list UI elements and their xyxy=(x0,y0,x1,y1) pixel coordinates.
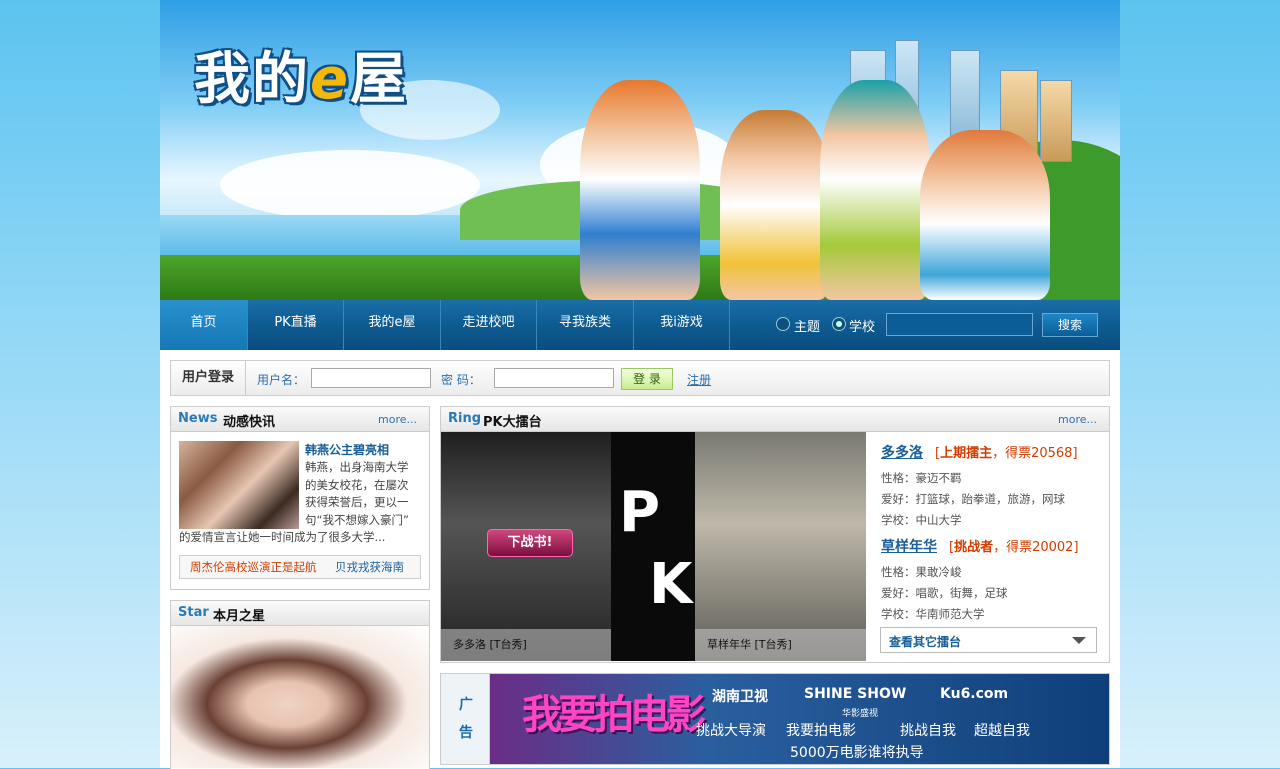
star-title: 本月之星 xyxy=(213,609,266,624)
pk-right-caption: 草样年华 [T台秀] xyxy=(695,629,866,661)
champion-tag: [上期擂主，得票20568] xyxy=(935,446,1078,461)
news-body: 韩燕，出身海南大学 的美女校花，在屡次 获得荣誉后，更以一 句“我不想嫁入豪门”… xyxy=(179,460,409,544)
password-label: 密 码： xyxy=(441,373,481,387)
pk-title: PK大擂台 xyxy=(483,415,542,430)
challenger-hobby: 爱好：唱歌，街舞，足球 xyxy=(881,586,1008,600)
search-input[interactable] xyxy=(886,313,1033,336)
ad-line-3: 挑战自我 xyxy=(900,723,956,739)
news-panel: News 动感快讯 more... 韩燕公主碧亮相 韩燕，出身海南大学 的美女校… xyxy=(170,406,430,590)
pk-panel: Ring PK大擂台 more... 下战书! 多多洛 [T台秀] P K 草样… xyxy=(440,406,1110,663)
search-option-school-radio[interactable] xyxy=(832,317,846,331)
login-title: 用户登录 xyxy=(171,361,246,395)
pk-letter-k: K xyxy=(649,552,693,617)
nav-item-games[interactable]: 我i游戏 xyxy=(634,300,730,350)
search-option-topic-label: 主题 xyxy=(794,320,821,335)
username-label: 用户名： xyxy=(257,373,306,387)
header-banner: 我的e屋 xyxy=(160,0,1120,300)
nav-item-find-people[interactable]: 寻我族类 xyxy=(537,300,634,350)
news-headline[interactable]: 韩燕公主碧亮相 xyxy=(305,441,389,458)
main-nav: 首页 PK直播 我的e屋 走进校吧 寻我族类 我i游戏 主题 学校 搜索 xyxy=(160,300,1120,350)
register-link[interactable]: 注册 xyxy=(687,371,711,388)
star-en-title: Star xyxy=(178,605,209,620)
view-other-rings-dropdown[interactable]: 查看其它擂台 xyxy=(880,627,1097,653)
nav-item-home[interactable]: 首页 xyxy=(160,300,248,350)
star-panel: Star 本月之星 xyxy=(170,600,430,769)
challenger-school: 学校：华南师范大学 xyxy=(881,607,985,621)
view-other-rings-label: 查看其它擂台 xyxy=(889,635,962,649)
news-en-title: News xyxy=(178,411,218,426)
login-bar: 用户登录 用户名： 密 码： 登 录 注册 xyxy=(170,360,1110,396)
challenge-button[interactable]: 下战书! xyxy=(487,529,573,557)
challenger-name[interactable]: 草样年华 xyxy=(881,536,937,556)
news-more-link[interactable]: more... xyxy=(378,413,417,426)
password-field[interactable] xyxy=(494,368,614,388)
chevron-down-icon xyxy=(1072,637,1086,644)
ad-line-2: 我要拍电影 xyxy=(786,723,856,739)
pk-right-photo[interactable]: 草样年华 [T台秀] xyxy=(695,432,866,661)
search-option-topic-radio[interactable] xyxy=(776,317,790,331)
nav-item-my-ehouse[interactable]: 我的e屋 xyxy=(344,300,441,350)
champion-hobby: 爱好：打篮球，跆拳道，旅游，网球 xyxy=(881,492,1065,506)
site-logo[interactable]: 我的e屋 xyxy=(194,34,408,115)
challenger-tag: [挑战者，得票20002] xyxy=(949,540,1079,555)
pk-vs-graphic: P K xyxy=(611,432,695,661)
pk-left-caption: 多多洛 [T台秀] xyxy=(441,629,611,661)
page: 我的e屋 首页 PK直播 我的e屋 走进校吧 寻我族类 我i游戏 主题 学校 搜… xyxy=(160,0,1120,769)
challenger-personality: 性格：果敢冷峻 xyxy=(881,565,962,579)
star-photo[interactable] xyxy=(171,626,429,768)
pk-left-photo[interactable]: 下战书! 多多洛 [T台秀] xyxy=(441,432,611,661)
pk-more-link[interactable]: more... xyxy=(1058,413,1097,426)
ad-line-5: 5000万电影谁将执导 xyxy=(790,745,924,761)
news-ticker: 周杰伦高校巡演正是起航 贝戎戎获海南 xyxy=(179,555,421,579)
ad-brand-ku6: Ku6.com xyxy=(940,686,1009,702)
ticker-item-2[interactable]: 贝戎戎获海南 xyxy=(335,559,404,575)
news-title: 动感快讯 xyxy=(223,415,276,430)
ad-banner[interactable]: 我要拍电影 湖南卫视 SHINE SHOW 华影盛视 Ku6.com 挑战大导演… xyxy=(490,674,1109,764)
ad-block: 广 告 我要拍电影 湖南卫视 SHINE SHOW 华影盛视 Ku6.com 挑… xyxy=(440,673,1110,765)
nav-item-pk-live[interactable]: PK直播 xyxy=(248,300,344,350)
username-field[interactable] xyxy=(311,368,431,388)
login-button[interactable]: 登 录 xyxy=(621,368,673,390)
ad-label: 广 告 xyxy=(441,674,490,764)
ad-line-4: 超越自我 xyxy=(974,723,1030,739)
pk-letter-p: P xyxy=(619,480,661,545)
ad-brand-shine-show-sub: 华影盛视 xyxy=(842,709,879,719)
champion-personality: 性格：豪迈不羁 xyxy=(881,471,962,485)
search-option-school-label: 学校 xyxy=(849,320,876,335)
ad-line-1: 挑战大导演 xyxy=(696,723,766,739)
ad-brand-hunan-tv: 湖南卫视 xyxy=(712,689,768,705)
champion-name[interactable]: 多多洛 xyxy=(881,442,923,462)
champion-school: 学校：中山大学 xyxy=(881,513,962,527)
search-button[interactable]: 搜索 xyxy=(1042,313,1098,337)
pk-en-title: Ring xyxy=(448,411,482,426)
ad-brand-shine-show: SHINE SHOW xyxy=(804,686,907,702)
ticker-item-1[interactable]: 周杰伦高校巡演正是起航 xyxy=(190,559,317,575)
nav-item-school[interactable]: 走进校吧 xyxy=(441,300,537,350)
ad-big-title: 我要拍电影 xyxy=(522,692,706,738)
